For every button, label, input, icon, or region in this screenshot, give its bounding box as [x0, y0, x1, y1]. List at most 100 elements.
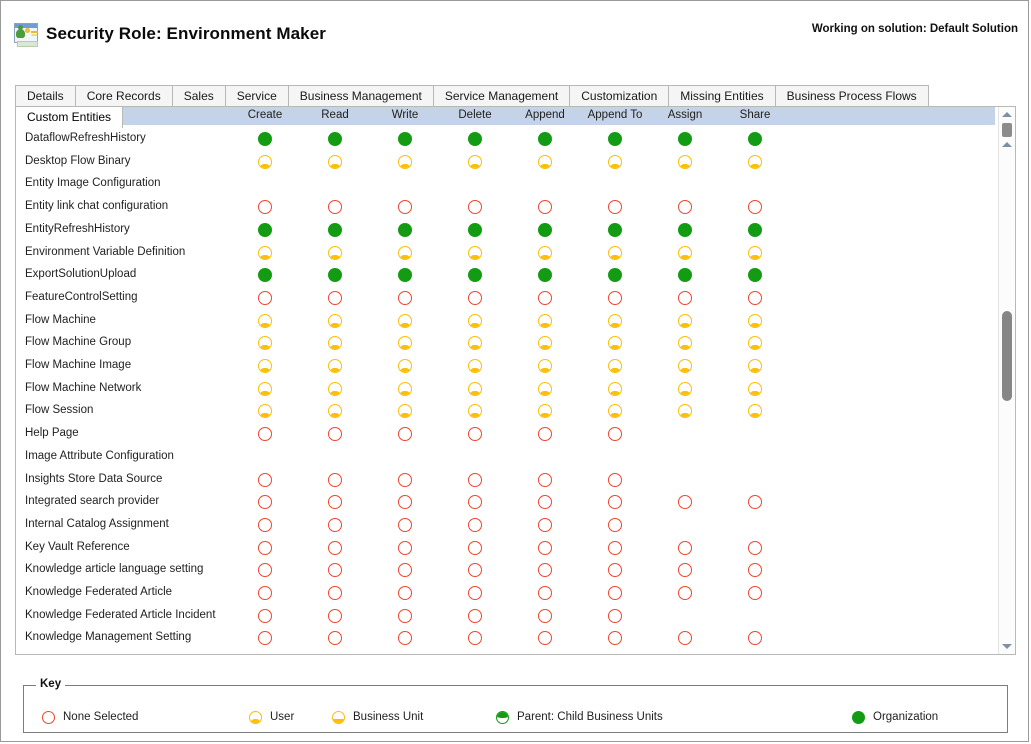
- privilege-cell-none[interactable]: [538, 586, 552, 600]
- privilege-cell-user[interactable]: [258, 313, 272, 328]
- privilege-cell-none[interactable]: [398, 472, 412, 487]
- privilege-cell-org[interactable]: [468, 222, 482, 237]
- privilege-cell-none[interactable]: [398, 517, 412, 532]
- privilege-cell-org[interactable]: [398, 268, 412, 283]
- privilege-cell-none[interactable]: [608, 517, 622, 532]
- privilege-cell-user[interactable]: [608, 359, 622, 373]
- privilege-cell-none[interactable]: [538, 631, 552, 646]
- privilege-cell-user[interactable]: [538, 245, 552, 260]
- privilege-cell-none[interactable]: [748, 540, 762, 555]
- privilege-cell-org[interactable]: [748, 132, 762, 146]
- privilege-cell-none[interactable]: [258, 290, 272, 305]
- table-row[interactable]: Flow Machine Network: [16, 378, 995, 401]
- privilege-cell-org[interactable]: [468, 268, 482, 283]
- privilege-cell-none[interactable]: [398, 290, 412, 305]
- table-row[interactable]: Knowledge Federated Article: [16, 582, 995, 605]
- privilege-cell-user[interactable]: [468, 154, 482, 169]
- privilege-cell-user[interactable]: [258, 359, 272, 373]
- privilege-cell-none[interactable]: [328, 472, 342, 487]
- privilege-cell-user[interactable]: [748, 313, 762, 328]
- privilege-cell-none[interactable]: [258, 563, 272, 578]
- tab-missing-entities[interactable]: Missing Entities: [668, 85, 776, 106]
- grid-vertical-scrollbar[interactable]: [998, 107, 1015, 654]
- privilege-cell-none[interactable]: [468, 517, 482, 532]
- privilege-cell-user[interactable]: [608, 154, 622, 169]
- privilege-cell-user[interactable]: [328, 336, 342, 351]
- table-row[interactable]: Key Vault Reference: [16, 537, 995, 560]
- privilege-cell-none[interactable]: [538, 517, 552, 532]
- privilege-cell-user[interactable]: [328, 404, 342, 419]
- privilege-cell-none[interactable]: [468, 563, 482, 578]
- privilege-cell-none[interactable]: [608, 540, 622, 555]
- privilege-cell-org[interactable]: [538, 222, 552, 237]
- privilege-cell-user[interactable]: [398, 336, 412, 351]
- privilege-cell-none[interactable]: [258, 540, 272, 555]
- table-row[interactable]: Entity Image Configuration: [16, 173, 995, 196]
- privilege-cell-none[interactable]: [538, 608, 552, 623]
- privilege-cell-org[interactable]: [678, 268, 692, 283]
- privilege-cell-org[interactable]: [398, 222, 412, 237]
- grid-col-header-write[interactable]: Write: [392, 109, 419, 121]
- privilege-cell-user[interactable]: [678, 313, 692, 328]
- privilege-cell-none[interactable]: [608, 631, 622, 646]
- privilege-cell-org[interactable]: [608, 268, 622, 283]
- privilege-cell-none[interactable]: [538, 563, 552, 578]
- privilege-cell-none[interactable]: [748, 586, 762, 600]
- privilege-cell-none[interactable]: [328, 200, 342, 215]
- grid-col-header-share[interactable]: Share: [740, 109, 771, 121]
- privilege-cell-org[interactable]: [328, 222, 342, 237]
- privilege-cell-none[interactable]: [748, 563, 762, 578]
- privilege-cell-none[interactable]: [608, 427, 622, 442]
- privilege-cell-org[interactable]: [398, 132, 412, 146]
- privilege-cell-none[interactable]: [258, 586, 272, 600]
- privilege-cell-none[interactable]: [678, 563, 692, 578]
- privilege-cell-none[interactable]: [328, 517, 342, 532]
- tab-sales[interactable]: Sales: [171, 85, 226, 106]
- privilege-cell-user[interactable]: [608, 336, 622, 351]
- privilege-cell-user[interactable]: [258, 154, 272, 169]
- privilege-cell-user[interactable]: [398, 359, 412, 373]
- tab-business-management[interactable]: Business Management: [287, 85, 434, 106]
- privilege-cell-none[interactable]: [538, 427, 552, 442]
- grid-col-header-create[interactable]: Create: [248, 109, 283, 121]
- privilege-cell-user[interactable]: [608, 381, 622, 396]
- scroll-down-arrow[interactable]: [999, 639, 1015, 654]
- privilege-cell-none[interactable]: [678, 290, 692, 305]
- table-row[interactable]: Entity link chat configuration: [16, 196, 995, 219]
- privilege-cell-user[interactable]: [398, 245, 412, 260]
- table-row[interactable]: FeatureControlSetting: [16, 287, 995, 310]
- privilege-cell-none[interactable]: [538, 540, 552, 555]
- table-row[interactable]: DataflowRefreshHistory: [16, 128, 995, 151]
- privilege-cell-none[interactable]: [468, 200, 482, 215]
- privilege-cell-user[interactable]: [748, 404, 762, 419]
- privilege-cell-user[interactable]: [678, 245, 692, 260]
- privilege-cell-user[interactable]: [258, 336, 272, 351]
- privilege-cell-user[interactable]: [608, 404, 622, 419]
- privilege-cell-user[interactable]: [748, 381, 762, 396]
- privilege-cell-none[interactable]: [258, 200, 272, 215]
- privilege-cell-org[interactable]: [678, 222, 692, 237]
- privilege-cell-none[interactable]: [328, 563, 342, 578]
- table-row[interactable]: Flow Machine Group: [16, 332, 995, 355]
- grid-col-header-append-to[interactable]: Append To: [588, 109, 643, 121]
- privilege-cell-user[interactable]: [748, 359, 762, 373]
- table-row[interactable]: Internal Catalog Assignment: [16, 514, 995, 537]
- grid-col-header-read[interactable]: Read: [321, 109, 349, 121]
- privilege-cell-none[interactable]: [748, 495, 762, 510]
- privilege-cell-org[interactable]: [538, 268, 552, 283]
- privilege-cell-user[interactable]: [678, 404, 692, 419]
- privilege-cell-none[interactable]: [608, 563, 622, 578]
- privilege-cell-none[interactable]: [258, 608, 272, 623]
- privilege-cell-user[interactable]: [678, 381, 692, 396]
- privilege-cell-user[interactable]: [398, 313, 412, 328]
- privilege-cell-user[interactable]: [468, 359, 482, 373]
- privilege-cell-user[interactable]: [258, 381, 272, 396]
- privilege-cell-org[interactable]: [748, 268, 762, 283]
- privilege-cell-none[interactable]: [748, 631, 762, 646]
- privilege-cell-org[interactable]: [468, 132, 482, 146]
- privilege-cell-none[interactable]: [608, 608, 622, 623]
- privilege-cell-none[interactable]: [538, 290, 552, 305]
- table-row[interactable]: Help Page: [16, 423, 995, 446]
- privilege-cell-user[interactable]: [398, 381, 412, 396]
- privilege-cell-org[interactable]: [258, 268, 272, 283]
